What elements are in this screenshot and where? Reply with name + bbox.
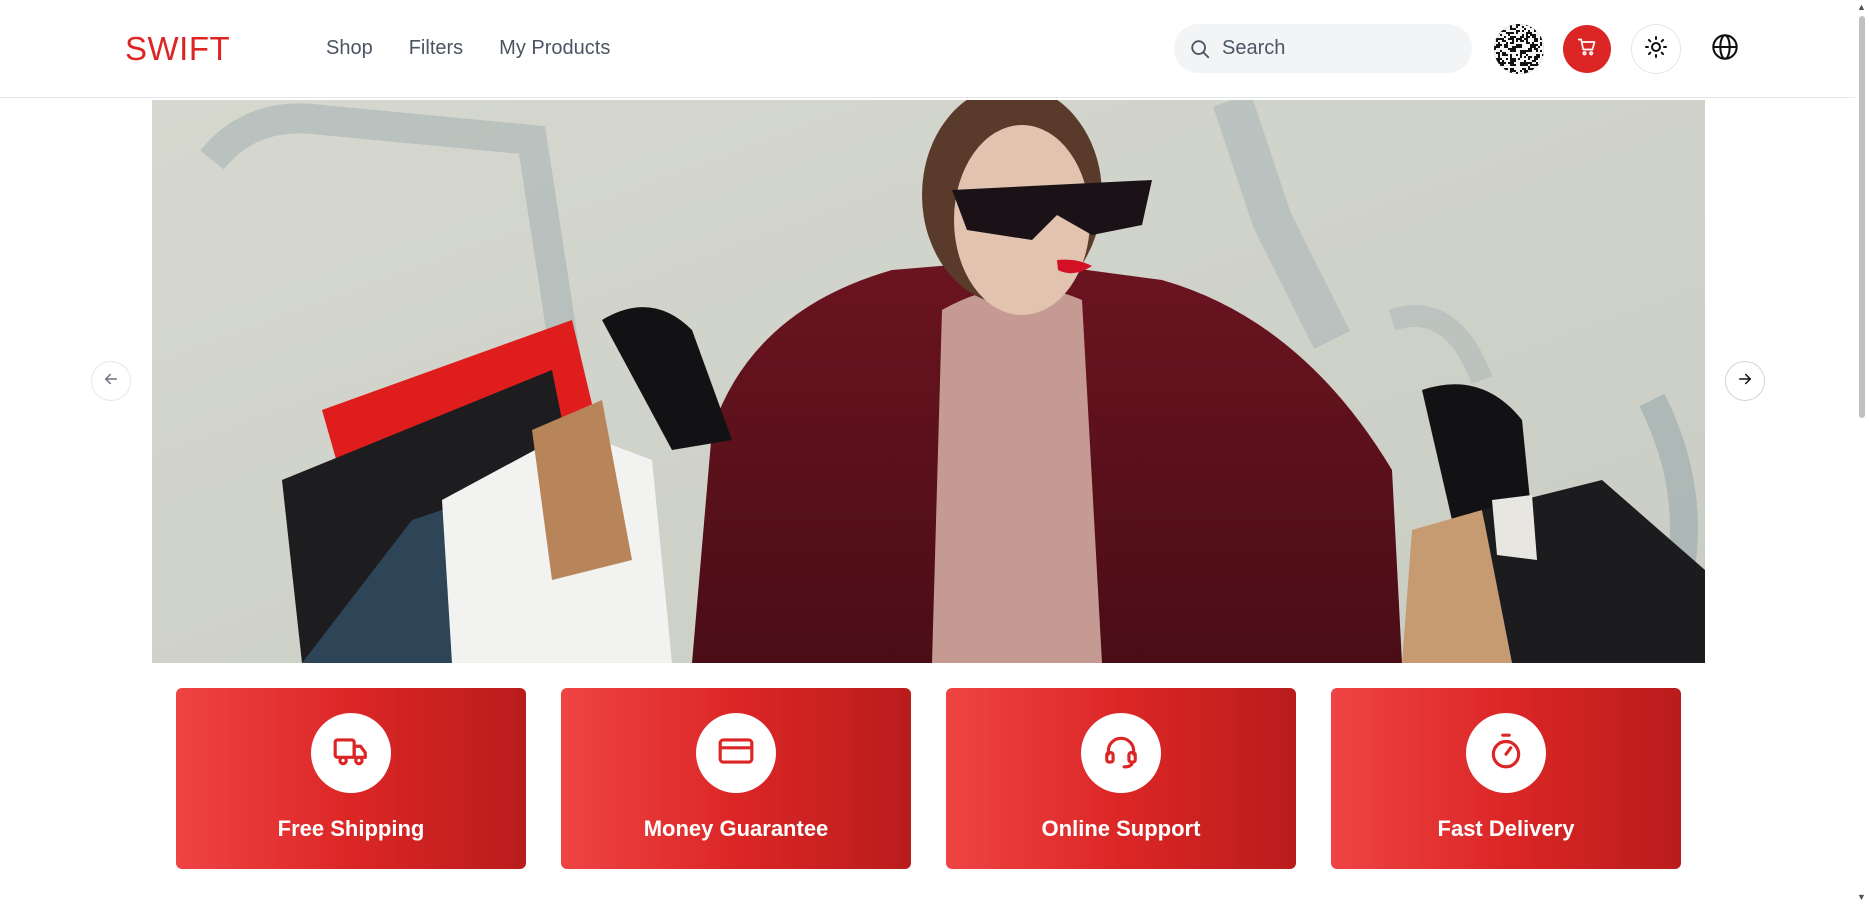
nav-link-my-products[interactable]: My Products <box>499 37 610 60</box>
carousel-next-button[interactable] <box>1725 361 1765 401</box>
globe-icon <box>1711 33 1739 66</box>
nav-link-shop[interactable]: Shop <box>326 37 373 60</box>
search-icon <box>1188 37 1212 61</box>
cart-button[interactable] <box>1563 25 1611 73</box>
search-input[interactable] <box>1222 37 1452 60</box>
features-row: Free Shipping Money Guarantee Online Sup… <box>176 688 1681 869</box>
feature-label: Online Support <box>1041 816 1201 841</box>
feature-icon-circle <box>1466 713 1546 793</box>
credit-card-icon <box>717 732 755 775</box>
scroll-down-icon[interactable]: ▼ <box>1857 892 1866 902</box>
sun-icon <box>1644 35 1668 64</box>
scrollbar-thumb[interactable] <box>1859 16 1865 418</box>
feature-card-online-support: Online Support <box>946 688 1296 869</box>
arrow-right-icon <box>1736 370 1754 393</box>
feature-icon-circle <box>1081 713 1161 793</box>
feature-card-money-guarantee: Money Guarantee <box>561 688 911 869</box>
page: SWIFT Shop Filters My Products Search Fr… <box>0 0 1869 904</box>
arrow-left-icon <box>102 370 120 393</box>
theme-toggle-button[interactable] <box>1631 24 1681 74</box>
language-button[interactable] <box>1700 24 1750 74</box>
stopwatch-icon <box>1487 732 1525 775</box>
search-box[interactable] <box>1174 24 1472 73</box>
hero-banner-image <box>152 100 1705 663</box>
qr-avatar[interactable] <box>1494 24 1544 74</box>
feature-icon-circle <box>311 713 391 793</box>
main-nav: Shop Filters My Products <box>326 37 610 60</box>
cart-icon <box>1577 37 1597 62</box>
feature-label: Money Guarantee <box>643 816 829 841</box>
scroll-up-icon[interactable]: ▲ <box>1857 2 1866 12</box>
feature-label: Fast Delivery <box>1437 816 1575 841</box>
nav-link-filters[interactable]: Filters <box>409 37 463 60</box>
feature-label: Free Shipping <box>277 816 425 841</box>
feature-icon-circle <box>696 713 776 793</box>
truck-icon <box>332 732 370 775</box>
headset-icon <box>1102 732 1140 775</box>
feature-card-free-shipping: Free Shipping <box>176 688 526 869</box>
top-navbar: SWIFT Shop Filters My Products <box>0 0 1855 98</box>
feature-card-fast-delivery: Fast Delivery <box>1331 688 1681 869</box>
page-scrollbar[interactable]: ▲ ▼ <box>1855 0 1869 904</box>
brand-logo[interactable]: SWIFT <box>125 30 230 68</box>
carousel-prev-button[interactable] <box>91 361 131 401</box>
